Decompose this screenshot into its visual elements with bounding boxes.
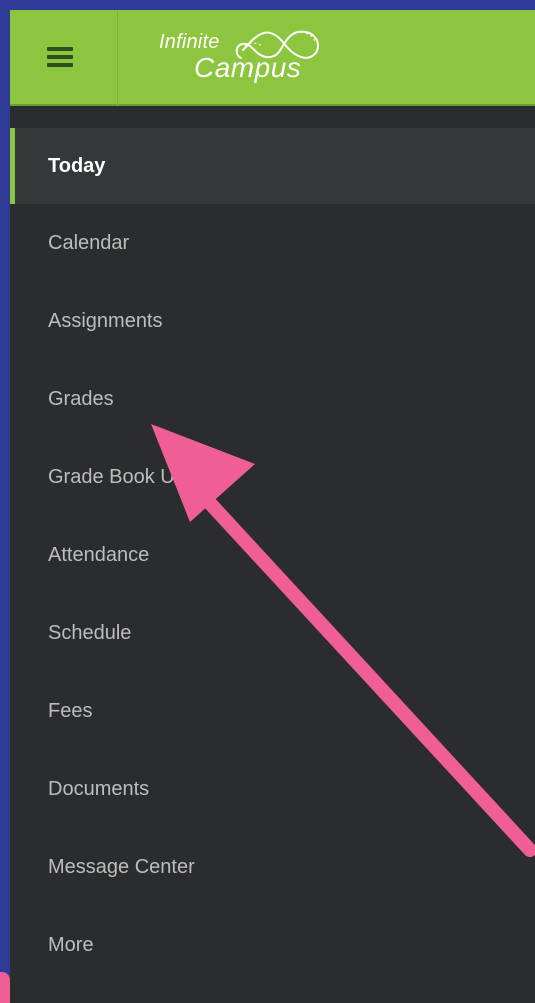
top-bar: Infinite Campus <box>10 10 535 106</box>
nav-item-documents[interactable]: Documents <box>10 750 535 828</box>
nav-item-assignments[interactable]: Assignments <box>10 282 535 360</box>
nav-item-attendance[interactable]: Attendance <box>10 516 535 594</box>
nav-item-more[interactable]: More <box>10 906 535 984</box>
nav-item-calendar[interactable]: Calendar <box>10 204 535 282</box>
main-menu-button[interactable] <box>10 10 118 106</box>
hamburger-menu-icon <box>47 46 73 68</box>
logo-text-campus: Campus <box>194 52 302 83</box>
logo-text-infinite: Infinite <box>159 31 220 53</box>
nav-item-grade-book-updates[interactable]: Grade Book Updates <box>10 438 535 516</box>
infinite-campus-logo: Infinite Campus <box>159 24 349 86</box>
nav-item-fees[interactable]: Fees <box>10 672 535 750</box>
nav-item-today[interactable]: Today <box>10 128 535 204</box>
nav-item-message-center[interactable]: Message Center <box>10 828 535 906</box>
nav-item-schedule[interactable]: Schedule <box>10 594 535 672</box>
app-window: Infinite Campus Today Calendar Assignmen… <box>10 10 535 1003</box>
nav-item-grades[interactable]: Grades <box>10 360 535 438</box>
side-navigation: Today Calendar Assignments Grades Grade … <box>10 128 535 1003</box>
annotation-corner-mark <box>0 972 10 1003</box>
